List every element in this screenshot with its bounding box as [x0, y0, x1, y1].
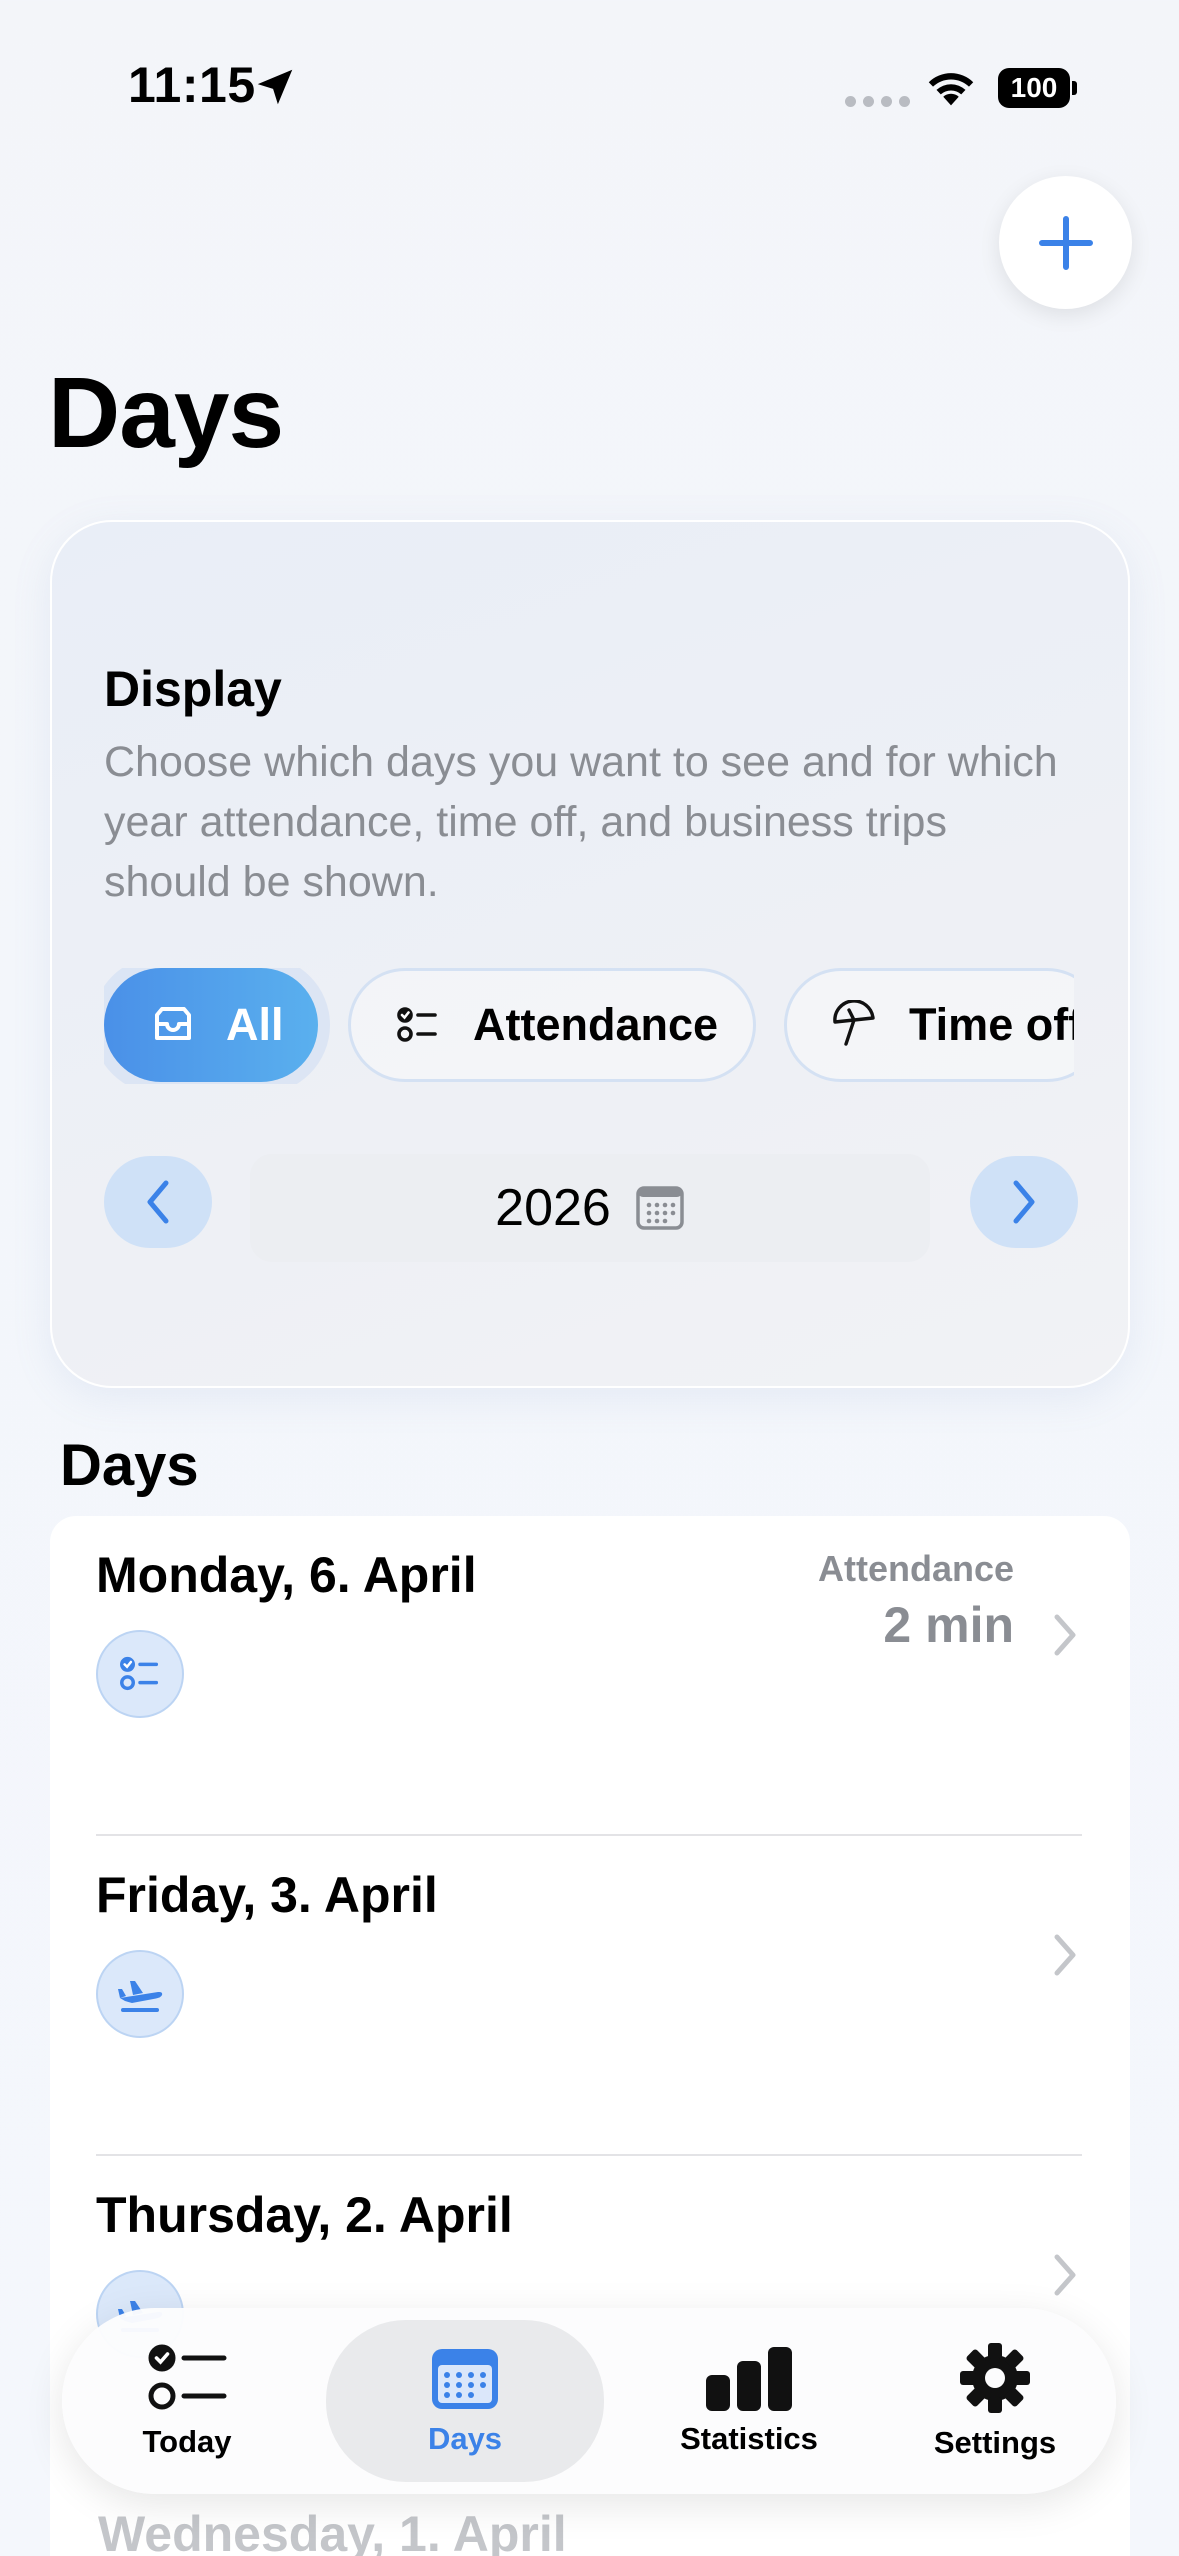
chevron-right-icon — [1054, 1614, 1076, 1656]
tab-bar: Today Days Statistics Settings — [62, 2308, 1116, 2494]
tab-label: Days — [427, 2421, 503, 2456]
tab-settings[interactable]: Settings — [874, 2320, 1116, 2482]
previous-year-button[interactable] — [104, 1156, 212, 1248]
business-trip-badge — [96, 1950, 184, 2038]
calendar-icon — [636, 1186, 684, 1230]
checklist-icon — [120, 1656, 159, 1691]
day-duration: 2 min — [883, 1597, 1014, 1653]
filter-chip-label: All — [226, 999, 284, 1050]
display-card: Display Choose which days you want to se… — [50, 520, 1130, 1388]
filter-chip-label: Time off — [909, 999, 1074, 1050]
filter-chips: All Attendance Time off — [104, 968, 1074, 1084]
filter-chip-attendance[interactable]: Attendance — [348, 968, 756, 1082]
filter-chip-time-off[interactable]: Time off — [784, 968, 1074, 1082]
next-year-button[interactable] — [970, 1156, 1078, 1248]
page-title: Days — [48, 357, 284, 469]
day-date: Wednesday, 1. April — [98, 2506, 567, 2556]
day-type: Attendance — [817, 1548, 1014, 1589]
filter-chip-label: Attendance — [473, 999, 719, 1050]
filter-chip-all[interactable]: All — [104, 968, 318, 1082]
gear-icon — [960, 2343, 1030, 2413]
year-value: 2026 — [495, 1179, 611, 1237]
tab-today[interactable]: Today — [62, 2320, 312, 2482]
attendance-badge — [96, 1630, 184, 1718]
display-card-description: Choose which days you want to see and fo… — [104, 738, 1058, 906]
day-row[interactable]: Friday, 3. April — [50, 1836, 1130, 2156]
calendar-icon — [432, 2349, 498, 2409]
year-picker[interactable]: 2026 — [250, 1154, 930, 1262]
location-arrow-icon — [257, 69, 293, 105]
tab-label: Settings — [933, 2425, 1057, 2460]
bar-chart-icon — [706, 2347, 792, 2411]
plus-icon — [1038, 215, 1093, 270]
cellular-signal-icon — [845, 96, 910, 107]
days-section-title: Days — [60, 1433, 199, 1498]
status-bar: 11:15 100 — [0, 0, 1179, 150]
tab-statistics[interactable]: Statistics — [624, 2320, 874, 2482]
display-card-title: Display — [104, 661, 282, 717]
add-day-button[interactable] — [999, 176, 1132, 309]
day-date: Friday, 3. April — [96, 1867, 438, 1923]
chevron-right-icon — [1054, 2254, 1076, 2296]
year-selector: 2026 — [104, 1154, 1078, 1264]
day-date: Thursday, 2. April — [96, 2187, 513, 2243]
day-date: Monday, 6. April — [96, 1547, 477, 1603]
tray-icon — [155, 1007, 191, 1040]
wifi-icon — [928, 73, 974, 106]
battery-icon: 100 — [998, 68, 1078, 108]
battery-level: 100 — [998, 68, 1070, 108]
chevron-right-icon — [1054, 1934, 1076, 1976]
chevron-right-icon — [1013, 1180, 1035, 1224]
checklist-icon — [397, 1007, 437, 1042]
umbrella-icon — [833, 1000, 875, 1046]
airplane-icon — [118, 1981, 163, 2012]
tab-label: Today — [142, 2424, 232, 2459]
tab-label: Statistics — [680, 2421, 818, 2456]
day-row[interactable]: Monday, 6. April Attendance 2 min — [50, 1516, 1130, 1836]
status-time: 11:15 — [128, 57, 256, 113]
chevron-left-icon — [147, 1180, 169, 1224]
checklist-icon — [148, 2344, 227, 2410]
tab-days[interactable]: Days — [326, 2320, 604, 2482]
